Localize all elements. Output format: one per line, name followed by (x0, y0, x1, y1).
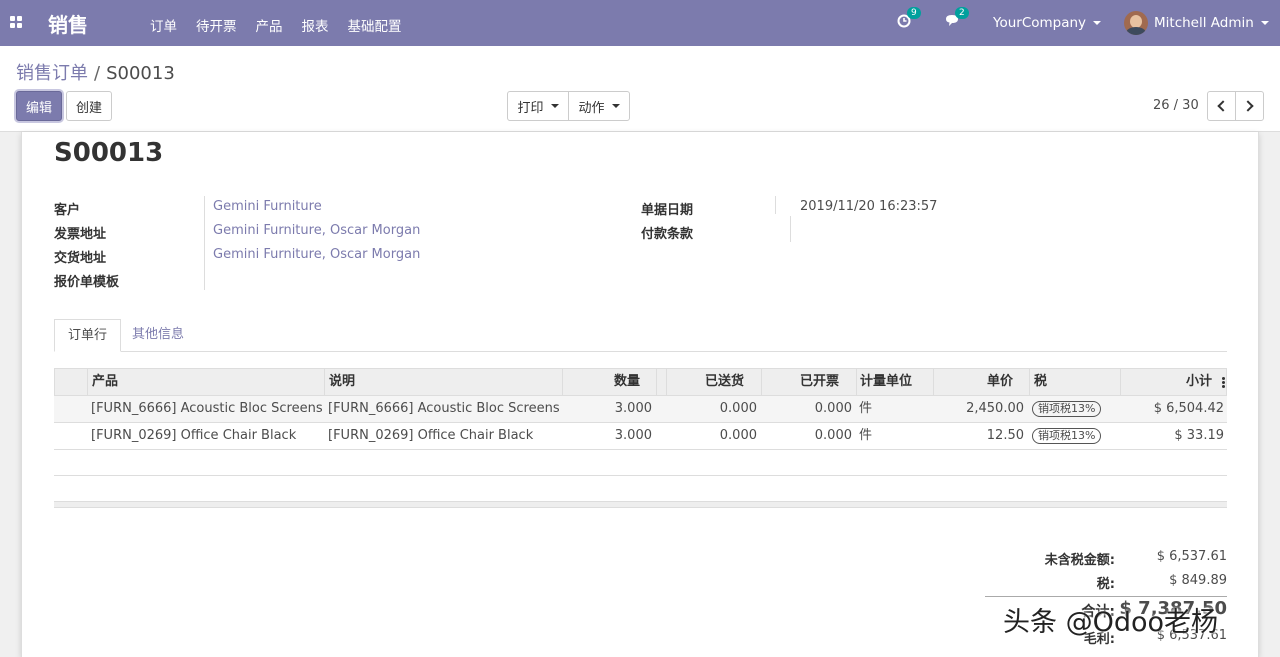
tax-amount-label: 税: (1096, 577, 1115, 592)
control-panel: 销售订单 / S00013 编辑 创建 打印 动作 26 / 30 (0, 46, 1280, 132)
user-menu[interactable]: Mitchell Admin (1124, 0, 1269, 46)
caret-down-icon (550, 104, 559, 108)
empty-row (54, 476, 1227, 502)
customer-field[interactable]: Gemini Furniture (213, 199, 322, 214)
pager-next-button[interactable] (1235, 91, 1264, 121)
top-navbar: 销售 订单 待开票 产品 报表 基础配置 9 2 YourCompany Mit… (0, 0, 1280, 46)
menu-products[interactable]: 产品 (256, 15, 283, 35)
totals-divider (985, 596, 1227, 597)
app-brand[interactable]: 销售 (48, 9, 88, 38)
header-unit-price[interactable]: 单价 (933, 369, 1013, 395)
breadcrumb-separator: / (94, 63, 101, 84)
pager-previous-button[interactable] (1207, 91, 1236, 121)
payment-terms-label: 付款条款 (641, 227, 694, 242)
order-date-label: 单据日期 (641, 203, 694, 218)
activity-menu[interactable]: 9 (897, 0, 921, 46)
avatar (1124, 11, 1148, 35)
breadcrumb: 销售订单 / S00013 (16, 59, 175, 85)
header-description[interactable]: 说明 (329, 369, 355, 395)
user-name: Mitchell Admin (1154, 15, 1254, 31)
order-date-field[interactable]: 2019/11/20 16:23:57 (800, 199, 937, 214)
header-invoiced[interactable]: 已开票 (761, 369, 839, 395)
order-name: S00013 (54, 138, 164, 168)
empty-row (54, 450, 1227, 476)
action-dropdown[interactable]: 动作 (568, 91, 630, 121)
delivery-address-field[interactable]: Gemini Furniture, Oscar Morgan (213, 247, 420, 262)
print-dropdown[interactable]: 打印 (507, 91, 569, 121)
cell-quantity: 3.000 (614, 428, 652, 443)
cell-delivered: 0.000 (719, 428, 757, 443)
action-label: 动作 (578, 100, 605, 116)
company-switcher[interactable]: YourCompany (993, 0, 1102, 46)
cell-subtotal: $ 6,504.42 (1153, 401, 1224, 416)
header-product[interactable]: 产品 (92, 369, 118, 395)
edit-button[interactable]: 编辑 (16, 91, 62, 121)
activity-badge: 9 (907, 7, 921, 19)
table-footer (54, 502, 1227, 508)
company-name: YourCompany (993, 15, 1087, 31)
menu-configuration[interactable]: 基础配置 (348, 15, 402, 35)
menu-to-invoice[interactable]: 待开票 (196, 15, 237, 35)
cell-description: [FURN_0269] Office Chair Black (328, 428, 534, 443)
caret-down-icon (1093, 21, 1102, 25)
tax-tag: 销项税13% (1032, 428, 1102, 444)
table-row[interactable]: [FURN_0269] Office Chair Black [FURN_026… (54, 423, 1227, 450)
tax-tag: 销项税13% (1032, 401, 1102, 417)
cell-description: [FURN_6666] Acoustic Bloc Screens (328, 401, 560, 416)
tax-amount-value: $ 849.89 (1169, 573, 1227, 588)
chevron-right-icon (1242, 100, 1254, 112)
customer-label: 客户 (54, 203, 81, 218)
caret-down-icon (1260, 21, 1269, 25)
quotation-template-label: 报价单模板 (54, 275, 120, 290)
optional-columns-icon[interactable] (1222, 377, 1225, 389)
breadcrumb-current: S00013 (106, 63, 175, 84)
breadcrumb-parent[interactable]: 销售订单 (16, 63, 88, 84)
cell-uom: 件 (859, 428, 873, 443)
cell-invoiced: 0.000 (814, 401, 852, 416)
notebook-tabs: 订单行 其他信息 (54, 319, 1227, 352)
cell-unit-price: 2,450.00 (966, 401, 1024, 416)
header-taxes[interactable]: 税 (1034, 369, 1047, 395)
header-delivered[interactable]: 已送货 (666, 369, 744, 395)
message-badge: 2 (955, 7, 969, 19)
pager-value[interactable]: 26 / 30 (1153, 98, 1199, 113)
cell-product: [FURN_0269] Office Chair Black (91, 428, 297, 443)
menu-reports[interactable]: 报表 (302, 15, 329, 35)
cell-invoiced: 0.000 (814, 428, 852, 443)
invoice-address-field[interactable]: Gemini Furniture, Oscar Morgan (213, 223, 420, 238)
caret-down-icon (611, 104, 620, 108)
untaxed-amount-label: 未含税金额: (1044, 553, 1115, 568)
header-subtotal[interactable]: 小计 (1120, 369, 1212, 395)
apps-menu-icon[interactable] (10, 16, 22, 28)
tab-order-lines[interactable]: 订单行 (54, 319, 122, 352)
cell-delivered: 0.000 (719, 401, 757, 416)
print-label: 打印 (517, 100, 544, 116)
order-lines-table: 产品 说明 数量 已送货 已开票 计量单位 单价 税 小计 [FURN_6666… (54, 368, 1227, 508)
header-quantity[interactable]: 数量 (562, 369, 640, 395)
watermark: 头条 @Odoo老杨 (1003, 607, 1219, 638)
messaging-menu[interactable]: 2 (945, 0, 969, 46)
header-uom[interactable]: 计量单位 (860, 369, 912, 395)
cell-subtotal: $ 33.19 (1174, 428, 1224, 443)
untaxed-amount-value: $ 6,537.61 (1156, 549, 1227, 564)
table-row[interactable]: [FURN_6666] Acoustic Bloc Screens [FURN_… (54, 396, 1227, 423)
menu-orders[interactable]: 订单 (150, 15, 177, 35)
form-sheet: S00013 客户 发票地址 交货地址 报价单模板 Gemini Furnitu… (21, 132, 1259, 657)
tab-other-info[interactable]: 其他信息 (119, 319, 197, 352)
cell-product: [FURN_6666] Acoustic Bloc Screens (91, 401, 323, 416)
cell-unit-price: 12.50 (986, 428, 1024, 443)
invoice-address-label: 发票地址 (54, 227, 107, 242)
field-divider (204, 196, 205, 290)
field-divider (775, 196, 776, 214)
delivery-address-label: 交货地址 (54, 251, 107, 266)
main-menu: 订单 待开票 产品 报表 基础配置 (150, 15, 421, 35)
field-divider (790, 216, 791, 242)
cell-uom: 件 (859, 401, 873, 416)
create-button[interactable]: 创建 (66, 91, 112, 121)
chevron-left-icon (1217, 100, 1229, 112)
cell-quantity: 3.000 (614, 401, 652, 416)
table-header: 产品 说明 数量 已送货 已开票 计量单位 单价 税 小计 (54, 368, 1227, 396)
